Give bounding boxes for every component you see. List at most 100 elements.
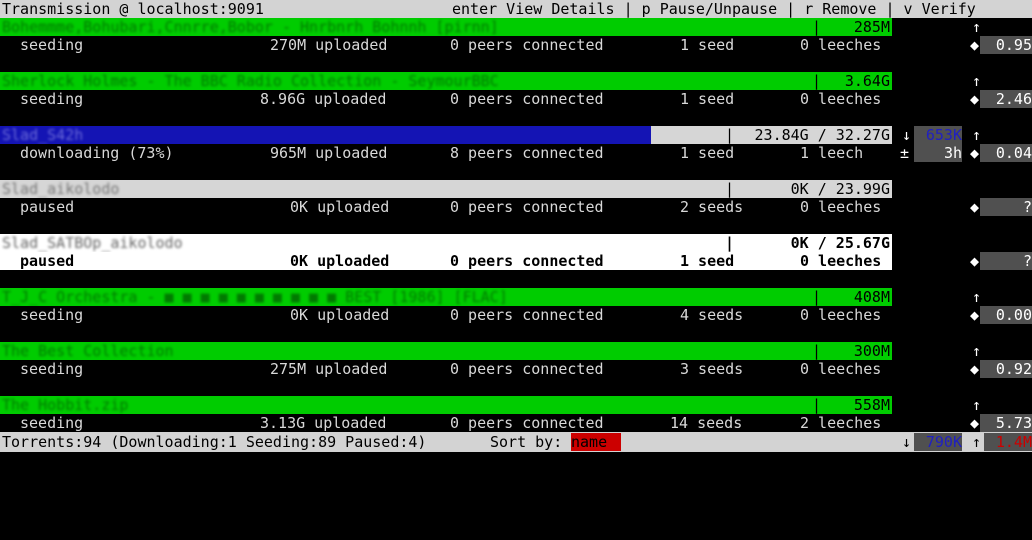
torrent-name: The Hobbit.zip <box>2 396 129 414</box>
torrent-ratio: ? <box>980 252 1032 270</box>
torrent-ratio: 0.95 <box>980 36 1032 54</box>
torrent-uploaded: 3.13G uploaded <box>260 414 387 432</box>
diamond-icon: ◆ <box>970 414 980 432</box>
download-progress-fill <box>0 126 651 144</box>
torrent-uploaded: 275M uploaded <box>270 360 388 378</box>
up-arrow-icon: ↑ <box>972 126 982 144</box>
up-arrow-icon: ↑ <box>972 342 982 360</box>
eta-icon: ± <box>900 144 910 162</box>
torrent-status: seeding <box>20 90 84 108</box>
total-download-rate: 790K <box>914 433 962 451</box>
torrent-size: 285M <box>853 18 890 36</box>
torrent-ratio: 5.73 <box>980 414 1032 432</box>
separator: | <box>725 126 735 144</box>
torrent-name: T_J_C Orchestra - ■ ■ ■ ■ ■ ■ ■ ■ ■ ■ BE… <box>2 288 508 306</box>
torrent-size: 23.84G / 32.27G <box>754 126 890 144</box>
torrent-seeds: 1 seed <box>680 90 735 108</box>
torrent-uploaded: 0K uploaded <box>290 198 390 216</box>
separator: | <box>725 180 735 198</box>
torrent-name-bar[interactable]: The Hobbit.zip | 558M <box>0 396 892 414</box>
torrent-stats: seeding 3.13G uploaded 0 peers connected… <box>0 414 892 432</box>
torrent-ratio: 0.00 <box>980 306 1032 324</box>
diamond-icon: ◆ <box>970 252 980 270</box>
torrent-size: 408M <box>853 288 890 306</box>
torrent-summary: Torrents:94 (Downloading:1 Seeding:89 Pa… <box>2 433 427 451</box>
torrent-uploaded: 0K uploaded <box>290 252 390 270</box>
torrent-seeds: 3 seeds <box>680 360 744 378</box>
keyboard-help: enter View Details | p Pause/Unpause | r… <box>452 0 976 18</box>
up-arrow-icon: ↑ <box>972 288 982 306</box>
diamond-icon: ◆ <box>970 90 980 108</box>
torrent-peers: 0 peers connected <box>450 360 604 378</box>
torrent-stats: seeding 275M uploaded 0 peers connected … <box>0 360 892 378</box>
torrent-ratio: 0.04 <box>980 144 1032 162</box>
torrent-seeds: 14 seeds <box>670 414 743 432</box>
separator: | <box>812 342 822 360</box>
down-arrow-icon: ↓ <box>902 126 912 144</box>
torrent-stats: paused 0K uploaded 0 peers connected 2 s… <box>0 198 892 216</box>
separator: | <box>812 72 822 90</box>
torrent-leeches: 0 leeches <box>800 90 882 108</box>
diamond-icon: ◆ <box>970 198 980 216</box>
torrent-ratio: 0.92 <box>980 360 1032 378</box>
torrent-name-bar[interactable]: Slad_S42h | 23.84G / 32.27G <box>0 126 892 144</box>
torrent-leeches: 2 leeches <box>800 414 882 432</box>
torrent-leeches: 0 leeches <box>800 36 882 54</box>
sort-label: Sort by: <box>490 433 563 451</box>
torrent-peers: 0 peers connected <box>450 90 604 108</box>
sort-value[interactable]: name <box>571 433 621 451</box>
torrent-seeds: 1 seed <box>680 144 735 162</box>
torrent-leeches: 0 leeches <box>800 360 882 378</box>
torrent-uploaded: 965M uploaded <box>270 144 388 162</box>
torrent-peers: 0 peers connected <box>450 306 604 324</box>
torrent-name: Bohemmme,Bohubari,Cnnrre,Bobor - Hnrbnrh… <box>2 18 499 36</box>
torrent-ratio: 2.46 <box>980 90 1032 108</box>
torrent-name-bar[interactable]: Bohemmme,Bohubari,Cnnrre,Bobor - Hnrbnrh… <box>0 18 892 36</box>
diamond-icon: ◆ <box>970 306 980 324</box>
torrent-leeches: 1 leech <box>800 144 864 162</box>
torrent-stats: seeding 0K uploaded 0 peers connected 4 … <box>0 306 892 324</box>
torrent-name-bar[interactable]: T_J_C Orchestra - ■ ■ ■ ■ ■ ■ ■ ■ ■ ■ BE… <box>0 288 892 306</box>
torrent-uploaded: 0K uploaded <box>290 306 390 324</box>
torrent-leeches: 0 leeches <box>800 252 882 270</box>
torrent-peers: 8 peers connected <box>450 144 604 162</box>
torrent-stats: downloading (73%) 965M uploaded 8 peers … <box>0 144 892 162</box>
diamond-icon: ◆ <box>970 144 980 162</box>
up-arrow-icon: ↑ <box>972 396 982 414</box>
up-arrow-icon: ↑ <box>972 433 982 451</box>
download-rate: 653K <box>914 126 962 144</box>
torrent-name-bar[interactable]: The Best Collection | 300M <box>0 342 892 360</box>
torrent-size: 0K / 23.99G <box>790 180 890 198</box>
separator: | <box>812 396 822 414</box>
up-arrow-icon: ↑ <box>972 72 982 90</box>
torrent-name: Slad_aikolodo <box>2 180 120 198</box>
torrent-status: seeding <box>20 414 84 432</box>
torrent-leeches: 0 leeches <box>800 198 882 216</box>
torrent-name-bar[interactable]: Slad_SATBOp_aikolodo | 0K / 25.67G <box>0 234 892 252</box>
torrent-stats: seeding 8.96G uploaded 0 peers connected… <box>0 90 892 108</box>
torrent-peers: 0 peers connected <box>450 414 604 432</box>
diamond-icon: ◆ <box>970 360 980 378</box>
torrent-status: downloading (73%) <box>20 144 174 162</box>
torrent-size: 0K / 25.67G <box>790 234 890 252</box>
torrent-name-bar[interactable]: Sherlock Holmes - The BBC Radio Collecti… <box>0 72 892 90</box>
diamond-icon: ◆ <box>970 36 980 54</box>
total-upload-rate: 1.4M <box>984 433 1032 451</box>
down-arrow-icon: ↓ <box>902 433 912 451</box>
torrent-size: 300M <box>853 342 890 360</box>
torrent-peers: 0 peers connected <box>450 198 604 216</box>
torrent-name: The Best Collection <box>2 342 174 360</box>
torrent-stats: paused 0K uploaded 0 peers connected 1 s… <box>0 252 892 270</box>
torrent-status: paused <box>20 198 75 216</box>
separator: | <box>725 234 735 252</box>
separator: | <box>812 288 822 306</box>
torrent-name-bar[interactable]: Slad_aikolodo | 0K / 23.99G <box>0 180 892 198</box>
torrent-status: seeding <box>20 306 84 324</box>
torrent-seeds: 1 seed <box>680 36 735 54</box>
app-title: Transmission @ localhost:9091 <box>2 0 264 18</box>
torrent-seeds: 1 seed <box>680 252 735 270</box>
torrent-size: 3.64G <box>844 72 890 90</box>
torrent-peers: 0 peers connected <box>450 252 604 270</box>
separator: | <box>812 18 822 36</box>
status-bar: Torrents:94 (Downloading:1 Seeding:89 Pa… <box>0 432 1032 452</box>
